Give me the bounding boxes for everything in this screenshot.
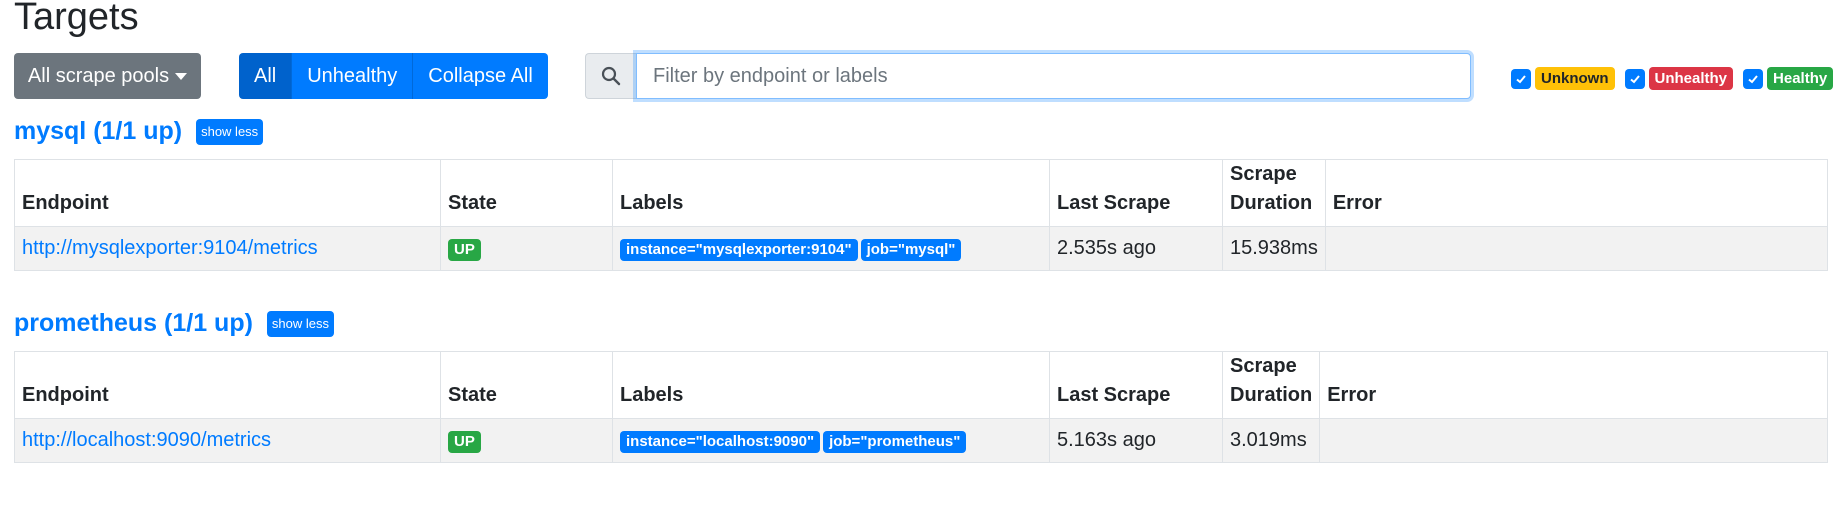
column-header-last-scrape: Last Scrape — [1049, 159, 1223, 227]
state-badge: UP — [448, 430, 481, 453]
search-icon-addon — [585, 53, 636, 99]
pool-title-mysql[interactable]: mysql (1/1 up) — [14, 117, 182, 146]
endpoint-link[interactable]: http://localhost:9090/metrics — [22, 429, 271, 451]
scrape-pools-dropdown[interactable]: All scrape pools — [14, 53, 201, 99]
targets-table-mysql: Endpoint State Labels Last Scrape Scrape… — [14, 159, 1829, 271]
unhealthy-checkbox[interactable] — [1624, 68, 1645, 89]
search-input[interactable] — [636, 53, 1471, 99]
page-title: Targets — [14, 0, 139, 38]
pool-title-prometheus[interactable]: prometheus (1/1 up) — [14, 309, 253, 338]
column-header-state: State — [440, 159, 613, 227]
search-icon — [601, 66, 621, 86]
column-header-error: Error — [1324, 159, 1829, 227]
filter-unhealthy-button[interactable]: Unhealthy — [291, 53, 413, 99]
label-badge: job="prometheus" — [823, 430, 967, 453]
last-scrape-cell: 5.163s ago — [1049, 418, 1223, 463]
check-icon — [1748, 74, 1758, 83]
show-less-button[interactable]: show less — [266, 310, 334, 337]
healthy-badge: Healthy — [1767, 67, 1834, 90]
filter-button-group: All Unhealthy Collapse All — [239, 53, 548, 99]
healthy-checkbox[interactable] — [1743, 68, 1764, 89]
error-cell — [1319, 418, 1828, 463]
pool-header-prometheus: prometheus (1/1 up) show less — [14, 309, 334, 338]
column-header-endpoint: Endpoint — [14, 159, 441, 227]
column-header-labels: Labels — [612, 351, 1050, 419]
column-header-scrape-duration: Scrape Duration — [1222, 159, 1326, 227]
column-header-endpoint: Endpoint — [14, 351, 441, 419]
column-header-error: Error — [1319, 351, 1828, 419]
show-less-button[interactable]: show less — [196, 118, 264, 145]
unhealthy-badge: Unhealthy — [1648, 67, 1734, 90]
unknown-checkbox[interactable] — [1511, 68, 1531, 89]
column-header-labels: Labels — [612, 159, 1050, 227]
pool-header-mysql: mysql (1/1 up) show less — [14, 117, 264, 146]
error-cell — [1324, 226, 1829, 271]
scrape-pools-label: All scrape pools — [27, 64, 170, 87]
label-badge: instance="localhost:9090" — [620, 430, 821, 453]
column-header-last-scrape: Last Scrape — [1049, 351, 1223, 419]
check-icon — [1516, 74, 1526, 83]
caret-down-icon — [175, 72, 188, 80]
scrape-duration-cell: 3.019ms — [1221, 418, 1321, 463]
label-badge: instance="mysqlexporter:9104" — [620, 238, 858, 261]
collapse-all-button[interactable]: Collapse All — [412, 53, 548, 99]
table-row: http://mysqlexporter:9104/metrics UP ins… — [14, 226, 1829, 271]
table-row: http://localhost:9090/metrics UP instanc… — [14, 418, 1828, 463]
unknown-badge: Unknown — [1535, 67, 1615, 90]
last-scrape-cell: 2.535s ago — [1049, 226, 1223, 271]
label-badge: job="mysql" — [860, 238, 962, 261]
column-header-scrape-duration: Scrape Duration — [1221, 351, 1321, 419]
state-badge: UP — [448, 238, 481, 261]
scrape-duration-cell: 15.938ms — [1222, 226, 1326, 271]
filter-all-button[interactable]: All — [239, 53, 292, 99]
targets-table-prometheus: Endpoint State Labels Last Scrape Scrape… — [14, 351, 1828, 463]
endpoint-link[interactable]: http://mysqlexporter:9104/metrics — [22, 237, 318, 259]
health-filters: Unknown Unhealthy Healthy — [1511, 67, 1834, 90]
column-header-state: State — [440, 351, 613, 419]
check-icon — [1629, 74, 1640, 83]
